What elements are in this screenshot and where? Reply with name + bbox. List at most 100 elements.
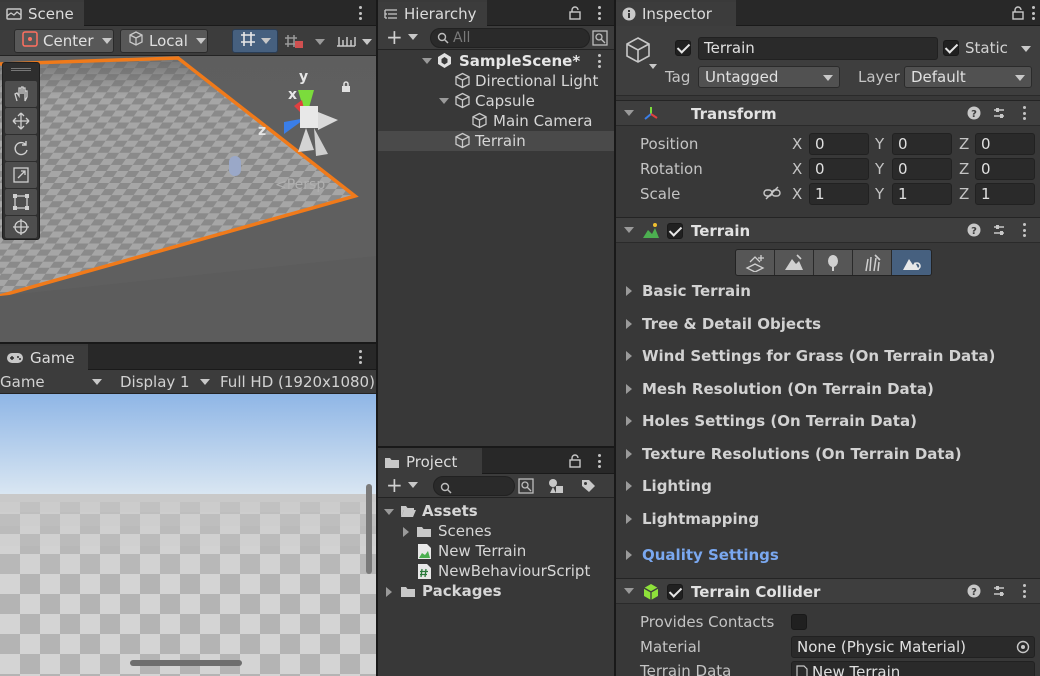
component-menu-icon[interactable] — [1019, 222, 1029, 238]
terrain-settings-icon[interactable] — [892, 250, 931, 275]
chevron-down-icon[interactable] — [1021, 46, 1031, 52]
foldout-lightmapping[interactable]: Lightmapping — [626, 510, 759, 528]
axis-y-label[interactable]: Y — [875, 160, 884, 178]
list-item[interactable]: SampleScene* — [378, 51, 614, 71]
filter-by-type-icon[interactable] — [548, 478, 564, 498]
paint-terrain-icon[interactable] — [775, 250, 814, 275]
scale-z-field[interactable]: 1 — [975, 183, 1035, 205]
terrain-header[interactable]: Terrain ? — [616, 217, 1040, 243]
static-checkbox[interactable] — [943, 40, 959, 56]
axis-x-label[interactable]: X — [792, 135, 802, 153]
create-neighbor-terrains-icon[interactable] — [736, 250, 775, 275]
foldout-wind-settings[interactable]: Wind Settings for Grass (On Terrain Data… — [626, 347, 995, 365]
game-viewport[interactable] — [0, 394, 376, 676]
project-search-input[interactable] — [433, 476, 515, 496]
terrain-data-field[interactable]: New Terrain — [791, 661, 1035, 676]
expand-arrow-icon[interactable] — [422, 58, 432, 64]
resolution-dropdown[interactable]: Full HD (1920x1080) — [220, 370, 376, 394]
expand-arrow-icon[interactable] — [384, 509, 394, 515]
gameobject-icon[interactable] — [624, 36, 652, 68]
rotation-x-field[interactable]: 0 — [809, 158, 869, 180]
pivot-center-button[interactable]: Center — [14, 29, 114, 53]
axis-y-label[interactable]: Y — [875, 185, 884, 203]
foldout-arrow-icon[interactable] — [624, 227, 634, 233]
tab-scene[interactable]: Scene — [0, 0, 84, 26]
snap-increment-icon[interactable] — [284, 32, 306, 54]
expand-arrow-icon[interactable] — [403, 527, 409, 537]
scale-tool-icon[interactable] — [5, 162, 37, 188]
list-item[interactable]: Assets — [378, 502, 614, 522]
list-item[interactable]: Main Camera — [378, 111, 614, 131]
foldout-quality-settings[interactable]: Quality Settings — [626, 546, 779, 564]
rotate-tool-icon[interactable] — [5, 135, 37, 161]
chevron-down-icon[interactable] — [649, 64, 657, 69]
paint-details-icon[interactable] — [853, 250, 892, 275]
rect-tool-icon[interactable] — [5, 189, 37, 215]
transform-header[interactable]: Transform ? — [616, 100, 1040, 126]
list-item[interactable]: Directional Light — [378, 71, 614, 91]
active-checkbox[interactable] — [675, 40, 691, 56]
tab-hierarchy[interactable]: Hierarchy — [378, 0, 487, 26]
expand-arrow-icon[interactable] — [386, 587, 392, 597]
transform-tool-icon[interactable] — [5, 216, 37, 238]
game-scrollbar[interactable] — [130, 660, 242, 666]
search-by-type-icon[interactable] — [592, 30, 608, 50]
position-y-field[interactable]: 0 — [892, 133, 952, 155]
foldout-tree-detail[interactable]: Tree & Detail Objects — [626, 315, 821, 333]
foldout-holes-settings[interactable]: Holes Settings (On Terrain Data) — [626, 412, 917, 430]
persp-label[interactable]: <Persp — [275, 177, 325, 193]
scene-options-icon[interactable] — [594, 53, 604, 69]
orientation-gizmo[interactable] — [266, 72, 366, 162]
help-icon[interactable]: ? — [967, 584, 981, 602]
chevron-down-icon[interactable] — [315, 39, 325, 45]
grid-snap-button[interactable] — [232, 29, 278, 53]
list-item[interactable]: NewBehaviourScript — [378, 562, 614, 582]
hierarchy-menu-icon[interactable] — [594, 5, 604, 21]
hand-tool-icon[interactable] — [5, 81, 37, 107]
component-menu-icon[interactable] — [1019, 583, 1029, 599]
list-item[interactable]: New Terrain — [378, 542, 614, 562]
component-menu-icon[interactable] — [1019, 105, 1029, 121]
preset-icon[interactable] — [992, 223, 1006, 241]
foldout-texture-resolutions[interactable]: Texture Resolutions (On Terrain Data) — [626, 445, 962, 463]
object-picker-icon[interactable] — [1016, 640, 1030, 657]
foldout-lighting[interactable]: Lighting — [626, 477, 712, 495]
provides-contacts-checkbox[interactable] — [791, 614, 807, 630]
display-dropdown[interactable]: Display 1 — [120, 370, 216, 394]
game-menu-icon[interactable] — [355, 349, 365, 365]
list-item[interactable]: Packages — [378, 582, 614, 602]
tag-dropdown[interactable]: Untagged — [698, 66, 840, 88]
game-mode-dropdown[interactable]: Game — [0, 370, 108, 394]
filter-by-label-icon[interactable] — [580, 478, 596, 498]
paint-trees-icon[interactable] — [814, 250, 853, 275]
tab-inspector[interactable]: Inspector — [616, 0, 736, 26]
scale-y-field[interactable]: 1 — [892, 183, 952, 205]
list-item[interactable]: Scenes — [378, 522, 614, 542]
preset-icon[interactable] — [992, 584, 1006, 602]
gizmo-lock-icon[interactable] — [341, 79, 351, 97]
lock-icon[interactable] — [569, 6, 581, 24]
chevron-down-icon[interactable] — [362, 39, 372, 45]
lock-icon[interactable] — [1012, 6, 1024, 24]
list-item[interactable]: Terrain — [378, 131, 614, 151]
preset-icon[interactable] — [992, 106, 1006, 124]
help-icon[interactable]: ? — [967, 223, 981, 241]
pivot-space-button[interactable]: Local — [120, 29, 208, 53]
tab-project[interactable]: Project — [378, 448, 482, 474]
foldout-basic-terrain[interactable]: Basic Terrain — [626, 282, 751, 300]
add-button[interactable]: + — [386, 27, 418, 47]
add-asset-button[interactable]: + — [386, 475, 418, 495]
hierarchy-search-input[interactable]: All — [430, 28, 590, 48]
axis-z-label[interactable]: Z — [959, 185, 969, 203]
inspector-menu-icon[interactable] — [1028, 5, 1038, 21]
position-z-field[interactable]: 0 — [975, 133, 1035, 155]
project-menu-icon[interactable] — [594, 453, 604, 469]
foldout-arrow-icon[interactable] — [624, 110, 634, 116]
foldout-arrow-icon[interactable] — [624, 588, 634, 594]
terrain-enabled-checkbox[interactable] — [667, 223, 683, 239]
material-field[interactable]: None (Physic Material) — [791, 636, 1035, 658]
layer-dropdown[interactable]: Default — [904, 66, 1032, 88]
foldout-mesh-resolution[interactable]: Mesh Resolution (On Terrain Data) — [626, 380, 934, 398]
expand-arrow-icon[interactable] — [439, 98, 449, 104]
tab-game[interactable]: Game — [0, 344, 88, 370]
